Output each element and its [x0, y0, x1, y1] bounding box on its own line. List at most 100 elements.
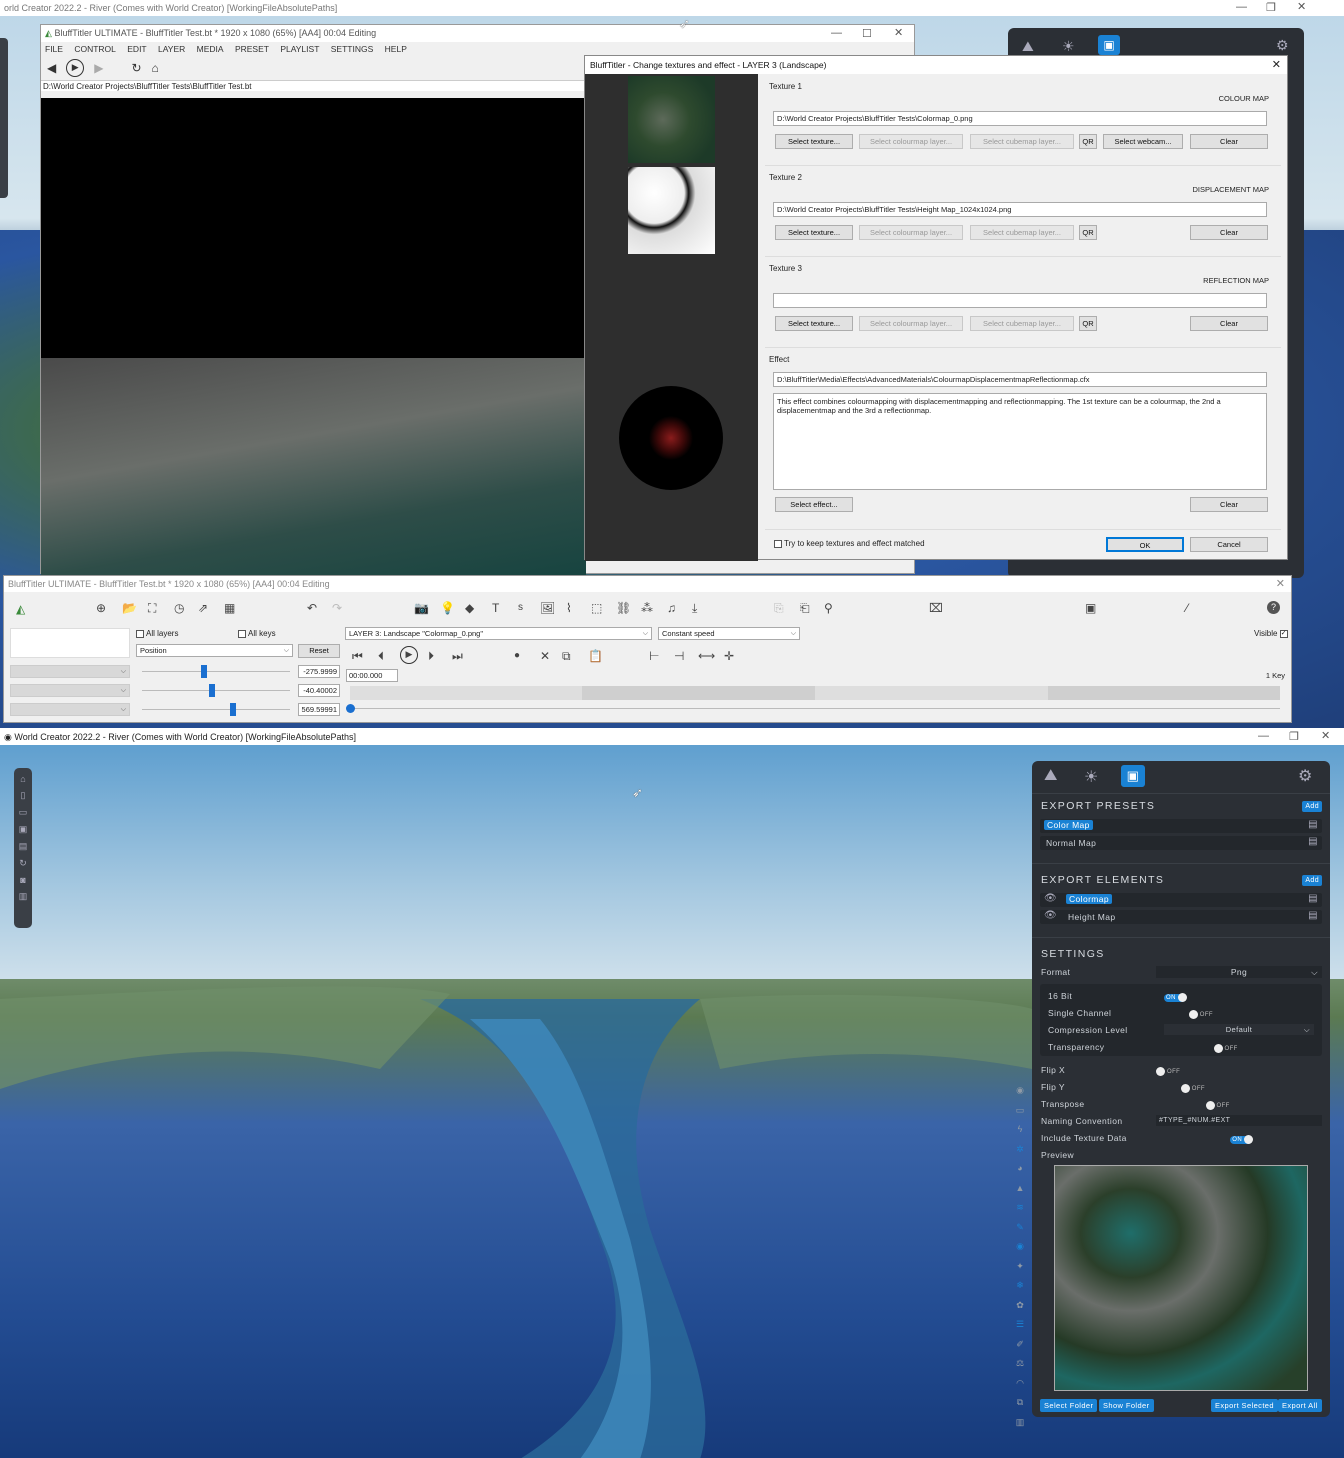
gear-icon[interactable]: ⚙	[1276, 37, 1289, 54]
particles-icon[interactable]: ⁂	[641, 601, 653, 615]
hierarchy-icon[interactable]: ⚲	[824, 601, 833, 615]
include-texture-toggle[interactable]: ON	[1230, 1134, 1254, 1144]
save-icon[interactable]: ▣	[1098, 35, 1120, 55]
select-texture-button[interactable]: Select texture...	[775, 316, 853, 331]
minimize-icon[interactable]: —	[831, 27, 842, 39]
grid-icon[interactable]: ▦	[224, 601, 235, 615]
x-slider-handle[interactable]	[201, 665, 207, 678]
visible-checkbox[interactable]: ✓	[1279, 629, 1288, 638]
select-texture-button[interactable]: Select texture...	[775, 134, 853, 149]
qr-button[interactable]: QR	[1079, 316, 1097, 331]
scale-icon[interactable]: ⚖	[1012, 1358, 1028, 1378]
close-icon[interactable]: ✕	[1272, 58, 1281, 71]
chart-icon[interactable]: ▥	[1012, 1417, 1028, 1437]
settings-icon[interactable]: ✲	[1012, 1144, 1028, 1164]
effect-description[interactable]: This effect combines colourmapping with …	[773, 393, 1267, 490]
close-icon[interactable]: ✕	[894, 26, 903, 39]
save-icon[interactable]: ▣	[1121, 765, 1145, 787]
texture-1-path-field[interactable]: D:\World Creator Projects\BluffTitler Te…	[773, 111, 1267, 126]
preset-item[interactable]: Color Map ▤	[1040, 819, 1322, 833]
close-icon[interactable]: ✕	[1297, 0, 1306, 13]
shape-icon[interactable]: ◆	[465, 601, 474, 615]
naming-field[interactable]: #TYPE_#NUM.#EXT	[1156, 1115, 1322, 1126]
menu-file[interactable]: FILE	[45, 44, 63, 54]
z-channel-select[interactable]: ⌵	[10, 703, 130, 716]
sun-icon[interactable]: ☀	[1084, 767, 1099, 787]
texture-3-path-field[interactable]	[773, 293, 1267, 308]
effect-path-field[interactable]: D:\BluffTitler\Media\Effects\AdvancedMat…	[773, 372, 1267, 387]
transparency-toggle[interactable]: OFF	[1213, 1043, 1237, 1053]
eye-icon[interactable]: 👁	[1044, 893, 1057, 904]
format-select[interactable]: Png ⌵	[1156, 966, 1322, 978]
all-keys-checkbox[interactable]	[238, 629, 246, 638]
go-to-end-icon[interactable]: ⏭	[452, 649, 463, 663]
home-icon[interactable]: ⌂	[152, 61, 159, 75]
import-icon[interactable]: ⤓	[692, 601, 697, 615]
restore-icon[interactable]: ❐	[1289, 730, 1299, 743]
layer-select[interactable]: LAYER 3: Landscape "Colormap_0.png" ⌵	[345, 627, 652, 640]
lightning-icon[interactable]: ϟ	[1012, 1124, 1028, 1144]
flipx-toggle[interactable]: OFF	[1156, 1066, 1180, 1076]
time-field[interactable]: 00:00.000	[346, 669, 398, 682]
flipy-toggle[interactable]: OFF	[1180, 1083, 1205, 1093]
select-cubemap-layer-button[interactable]: Select cubemap layer...	[970, 134, 1074, 149]
export-icon[interactable]: ▥	[14, 891, 32, 902]
x-value-field[interactable]: -275.9999	[298, 665, 340, 678]
refresh-icon[interactable]: ↻	[131, 61, 141, 75]
export-all-button[interactable]: Export All	[1278, 1399, 1322, 1412]
timeline-track[interactable]	[350, 686, 1280, 700]
home-icon[interactable]: ⌂	[14, 774, 32, 784]
mountain-icon[interactable]: ▲	[1012, 1183, 1028, 1203]
paste-icon[interactable]: 📋	[588, 649, 603, 663]
select-cubemap-layer-button[interactable]: Select cubemap layer...	[970, 316, 1074, 331]
qr-button[interactable]: QR	[1079, 225, 1097, 240]
folder-icon[interactable]: ▭	[1012, 1105, 1028, 1125]
select-cubemap-layer-button[interactable]: Select cubemap layer...	[970, 225, 1074, 240]
add-element-button[interactable]: Add	[1302, 875, 1322, 886]
key-icon[interactable]: ⌧	[929, 601, 943, 615]
element-item[interactable]: 👁 Height Map ▤	[1040, 910, 1322, 924]
select-colourmap-layer-button[interactable]: Select colourmap layer...	[859, 316, 963, 331]
path-icon[interactable]: ⌇	[566, 601, 572, 615]
copy-icon[interactable]: ⧉	[562, 649, 571, 663]
new-file-icon[interactable]: ▯	[14, 790, 32, 801]
save-icon[interactable]: ▤	[1308, 893, 1318, 904]
pencil-icon[interactable]: ✐	[1012, 1339, 1028, 1359]
save-as-icon[interactable]: ▤	[14, 841, 32, 852]
visible-option[interactable]: Visible ✓	[1254, 629, 1290, 638]
export-folder-icon[interactable]: ⇗	[198, 601, 208, 615]
scrub-bar[interactable]	[350, 708, 1280, 709]
menu-playlist[interactable]: PLAYLIST	[280, 44, 319, 54]
forward-icon[interactable]: ▶	[94, 61, 103, 75]
help-icon[interactable]: ?	[1267, 601, 1280, 614]
subtitle-icon[interactable]: s	[518, 601, 523, 615]
select-effect-button[interactable]: Select effect...	[775, 497, 853, 512]
sparkle-icon[interactable]: ✦	[1012, 1261, 1028, 1281]
all-keys-option[interactable]: All keys	[238, 629, 276, 638]
delete-key-icon[interactable]: ✕	[540, 649, 550, 663]
y-channel-select[interactable]: ⌵	[10, 684, 130, 697]
eye-icon[interactable]: 👁	[1044, 910, 1057, 921]
menu-layer[interactable]: LAYER	[158, 44, 185, 54]
play-icon[interactable]: ▶	[400, 646, 418, 664]
play-icon[interactable]: ▶	[66, 59, 85, 77]
light-icon[interactable]: 💡	[440, 601, 455, 615]
menu-settings[interactable]: SETTINGS	[331, 44, 374, 54]
magic-wand-icon[interactable]: ⁄	[1186, 601, 1188, 615]
cube-icon[interactable]: ⬚	[591, 601, 602, 615]
brush-icon[interactable]: ✎	[1012, 1222, 1028, 1242]
layers-icon[interactable]: ≋	[1012, 1202, 1028, 1222]
clear-button[interactable]: Clear	[1190, 316, 1268, 331]
restore-icon[interactable]: ❐	[1266, 1, 1276, 14]
back-icon[interactable]: ◀	[47, 61, 56, 75]
next-frame-icon[interactable]: ⏵	[428, 649, 434, 663]
add-layer-icon[interactable]: ⊕	[96, 601, 106, 615]
z-slider-track[interactable]	[142, 709, 290, 710]
property-select[interactable]: Position ⌵	[136, 644, 293, 657]
save-icon[interactable]: ▤	[1308, 819, 1318, 830]
preset-item[interactable]: Normal Map ▤	[1040, 836, 1322, 850]
y-value-field[interactable]: -40.40002	[298, 684, 340, 697]
sync-icon[interactable]: ↻	[14, 858, 32, 869]
y-slider-handle[interactable]	[209, 684, 215, 697]
minimize-icon[interactable]: —	[1236, 1, 1247, 13]
